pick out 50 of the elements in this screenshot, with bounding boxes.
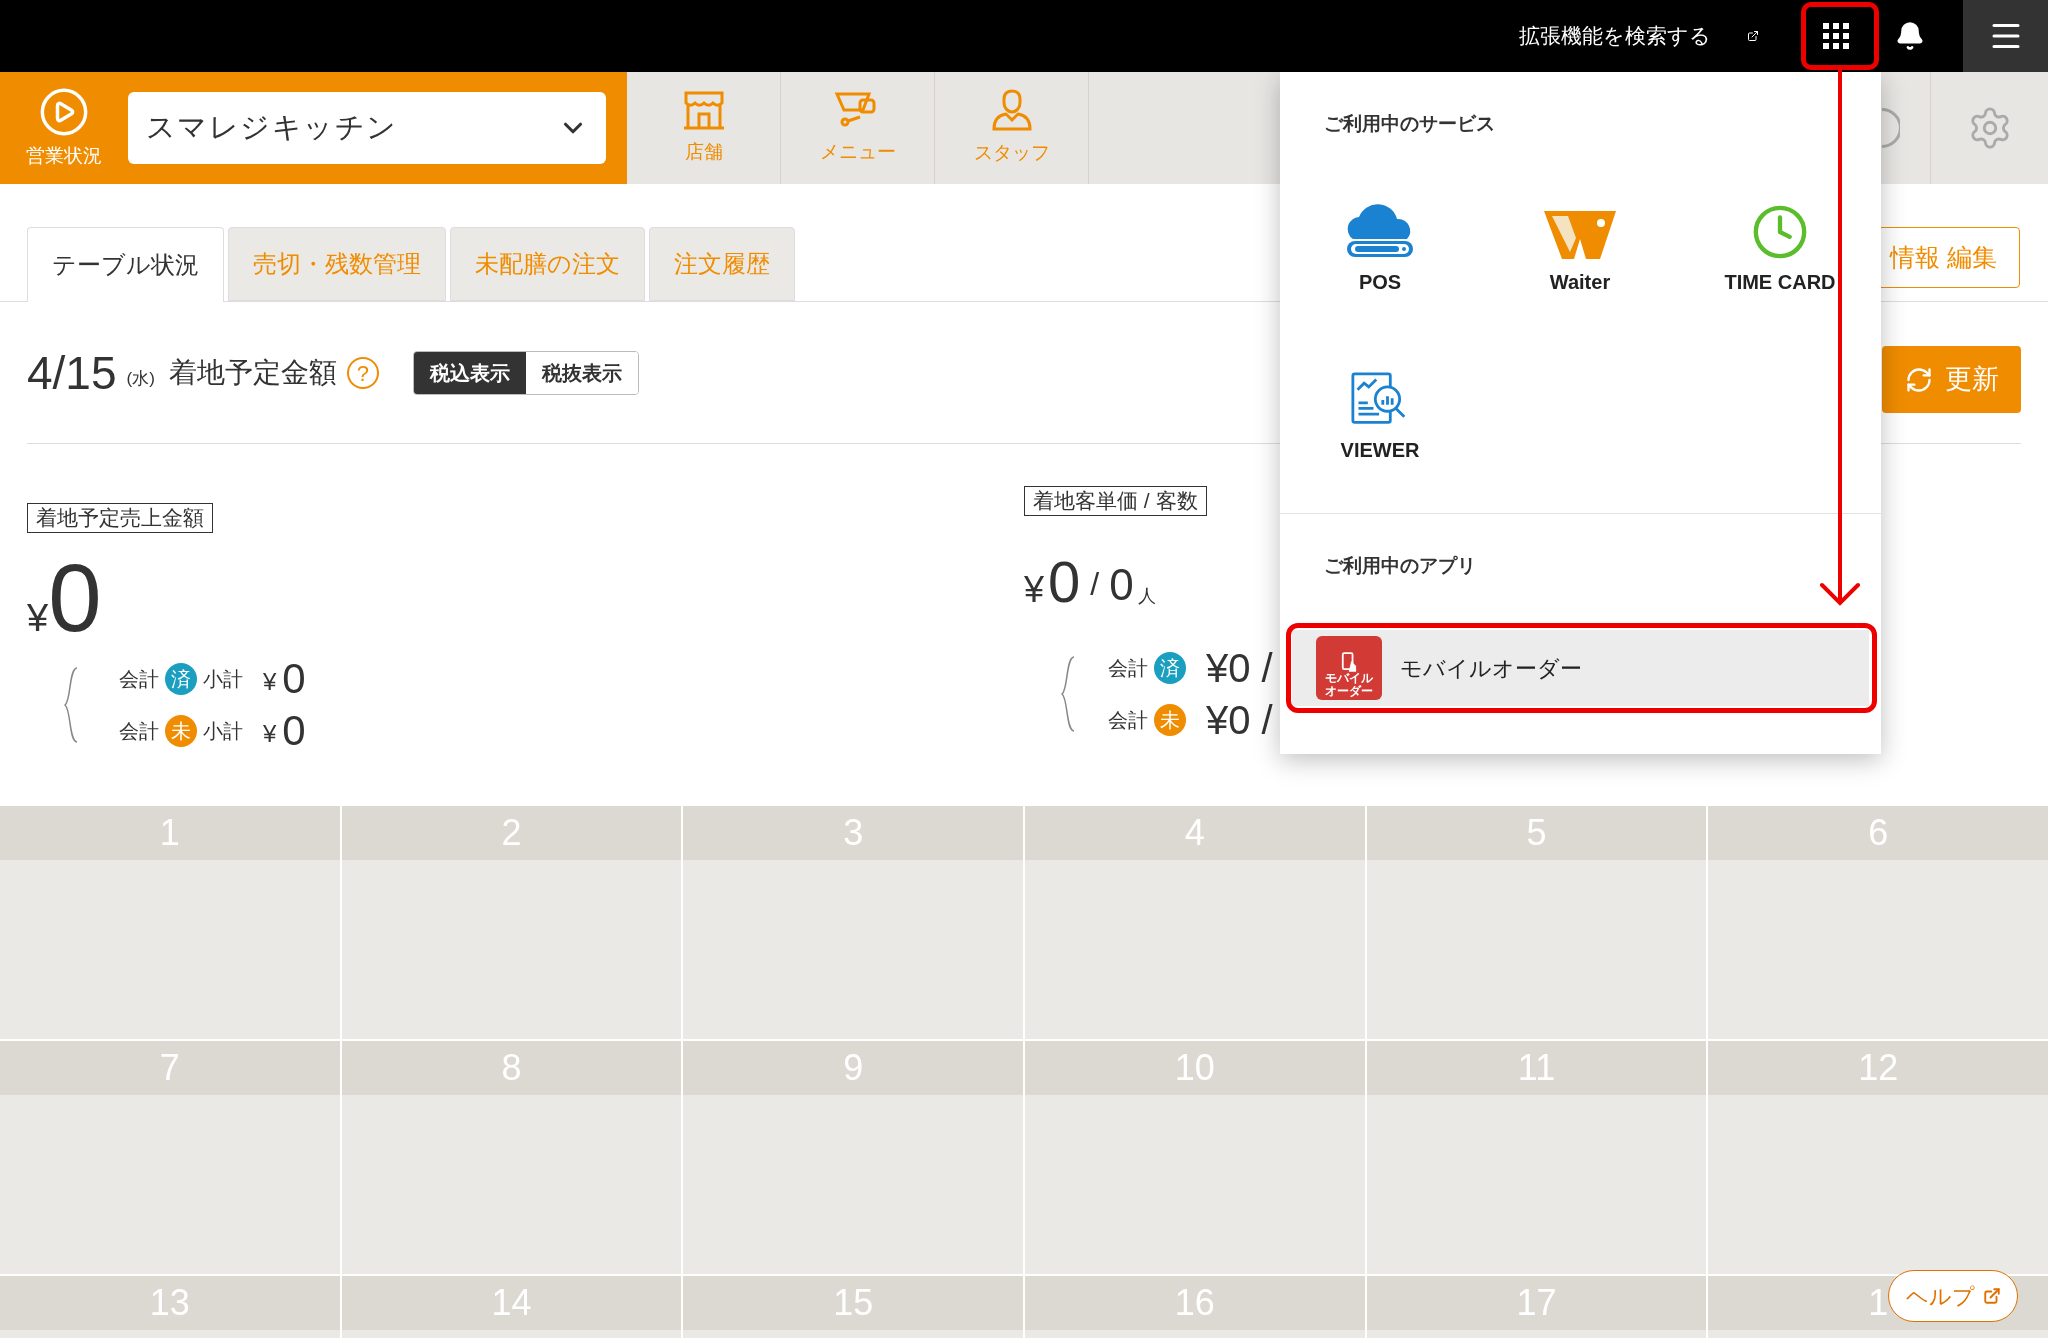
status-badge: 未	[165, 715, 197, 747]
unit-price-amount: 0	[1048, 554, 1081, 610]
sales-label: 着地予定売上金額	[27, 503, 213, 533]
currency-sign: ¥	[263, 667, 277, 697]
subtotal-amount: 0	[282, 658, 306, 700]
customer-count: 0	[1109, 560, 1134, 610]
nav-button[interactable]: 店舗	[627, 72, 781, 184]
subtotal-amount: 0	[282, 710, 306, 752]
sales-amount: 0	[48, 555, 102, 641]
separator: /	[1090, 565, 1100, 604]
services-heading: ご利用中のサービス	[1324, 112, 1496, 136]
tax-toggle-option[interactable]: 税込表示	[413, 352, 526, 394]
service-tile[interactable]: VIEWER	[1280, 370, 1480, 465]
tab[interactable]: 売切・残数管理	[228, 227, 446, 301]
account-label: 会計	[1108, 656, 1148, 681]
help-button[interactable]: ヘルプ	[1888, 1270, 2018, 1322]
store-select[interactable]: スマレジキッチン	[128, 92, 606, 164]
per-customer-label: 着地客単価 / 客数	[1024, 486, 1207, 516]
summary-title: 着地予定金額	[168, 356, 337, 390]
subtotal-amount: ¥0 /	[1206, 700, 1273, 740]
status-badge: 済	[165, 663, 197, 695]
tab[interactable]: 注文履歴	[649, 227, 795, 301]
tab[interactable]: 未配膳の注文	[450, 227, 645, 301]
account-label: 会計	[119, 667, 159, 692]
refresh-button[interactable]: 更新	[1882, 346, 2021, 413]
service-tile[interactable]: Waiter	[1480, 202, 1680, 297]
nav-button[interactable]: メニュー	[781, 72, 935, 184]
service-tile[interactable]: POS	[1280, 202, 1480, 297]
date: 4/15	[27, 345, 117, 401]
business-status-button[interactable]: 営業状況	[0, 72, 128, 184]
currency-sign: ¥	[263, 719, 277, 749]
subtotal-label: 小計	[203, 667, 243, 692]
account-label: 会計	[119, 719, 159, 744]
subtotal-label: 小計	[203, 719, 243, 744]
app-icon-label: モバイル	[1325, 672, 1373, 685]
account-label: 会計	[1108, 708, 1148, 733]
status-badge: 未	[1154, 704, 1186, 736]
count-unit: 人	[1137, 585, 1156, 608]
app-icon-label: オーダー	[1325, 685, 1373, 698]
tab[interactable]: テーブル状況	[27, 227, 224, 302]
currency-sign: ¥	[27, 599, 49, 637]
status-badge: 済	[1154, 652, 1186, 684]
nav-button[interactable]: スタッフ	[935, 72, 1089, 184]
currency-sign: ¥	[1024, 572, 1045, 608]
apps-heading: ご利用中のアプリ	[1324, 553, 1477, 578]
weekday: (水)	[126, 368, 155, 391]
subtotal-amount: ¥0 /	[1206, 648, 1273, 688]
extension-search-link[interactable]: 拡張機能を検索する	[1519, 20, 1711, 52]
app-item[interactable]: モバイル オーダー モバイルオーダー	[1292, 630, 1869, 706]
help-mark[interactable]: ?	[346, 357, 379, 389]
